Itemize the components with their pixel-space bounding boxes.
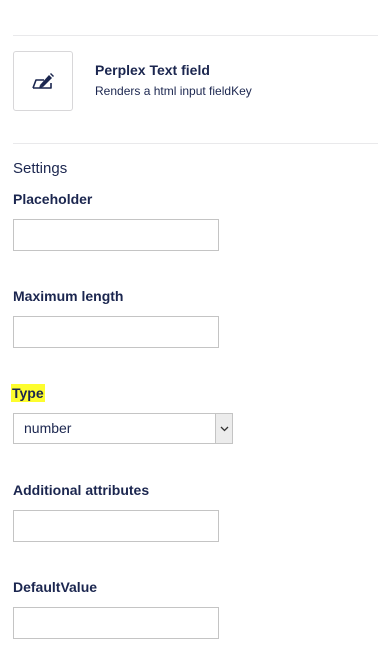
additional-attributes-label: Additional attributes — [13, 482, 150, 498]
field-type-name: Perplex Text field — [95, 62, 210, 78]
default-value-label: DefaultValue — [13, 579, 98, 595]
field-type-button[interactable] — [13, 51, 73, 111]
divider — [13, 35, 378, 36]
chevron-down-icon[interactable] — [215, 414, 232, 443]
placeholder-input[interactable] — [13, 219, 219, 251]
maximum-length-input[interactable] — [13, 316, 219, 348]
default-value-input[interactable] — [13, 607, 219, 639]
settings-heading: Settings — [13, 160, 68, 177]
divider — [13, 143, 378, 144]
type-select-value: number — [24, 420, 72, 436]
additional-attributes-input[interactable] — [13, 510, 219, 542]
type-select[interactable]: number — [13, 413, 233, 444]
maximum-length-label: Maximum length — [13, 288, 124, 304]
placeholder-label: Placeholder — [13, 191, 93, 207]
field-settings-panel: Perplex Text field Renders a html input … — [0, 0, 378, 670]
field-type-description: Renders a html input fieldKey — [95, 84, 252, 98]
edit-field-icon — [32, 73, 54, 89]
type-label: Type — [11, 384, 45, 402]
